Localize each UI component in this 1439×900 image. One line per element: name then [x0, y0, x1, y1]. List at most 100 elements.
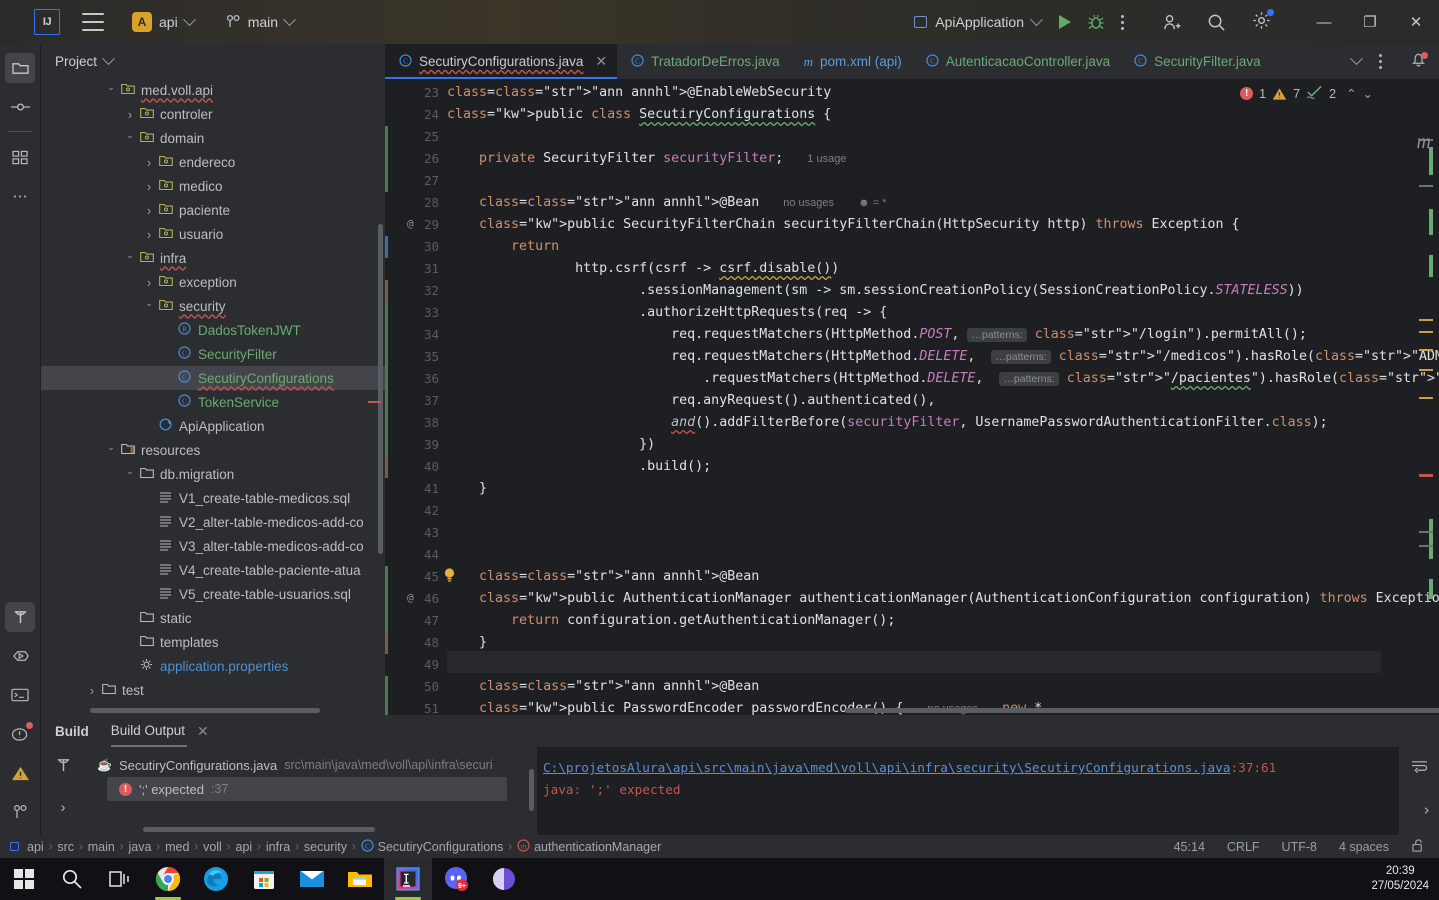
chevron-right-icon[interactable]	[142, 275, 156, 290]
tool-window-project[interactable]	[5, 53, 35, 83]
chevron-down-icon[interactable]	[1350, 52, 1363, 66]
chevron-down-icon[interactable]	[142, 301, 156, 312]
tree-item-static[interactable]: static	[41, 606, 385, 630]
chevron-right-icon[interactable]	[142, 179, 156, 194]
editor-tab-securityfilter-java[interactable]: C SecurityFilter.java	[1120, 44, 1271, 79]
intellij-button[interactable]	[384, 858, 432, 900]
warning-icon[interactable]	[5, 758, 35, 788]
tool-window-build[interactable]	[5, 602, 35, 632]
previous-problem-button[interactable]: ⌃	[1346, 86, 1356, 101]
error-stripe[interactable]	[1387, 79, 1439, 715]
run-configuration-selector[interactable]: ApiApplication	[906, 11, 1049, 33]
breadcrumb-item-infra[interactable]: infra	[266, 840, 290, 854]
close-button[interactable]: ✕	[1393, 0, 1439, 44]
chevron-right-icon[interactable]	[142, 227, 156, 242]
tree-item-resources[interactable]: resources	[41, 438, 385, 462]
breadcrumb-item-security[interactable]: security	[304, 840, 347, 854]
more-tool-windows-icon[interactable]: ⋯	[5, 181, 35, 211]
branch-selector[interactable]: main	[220, 11, 300, 33]
tree-item-apiapplication[interactable]: ApiApplication	[41, 414, 385, 438]
intellij-logo-icon[interactable]: IJ	[34, 9, 60, 35]
notifications-bell-icon[interactable]	[1410, 50, 1428, 73]
tree-item-endereco[interactable]: endereco	[41, 150, 385, 174]
breadcrumb-item-med[interactable]: med	[165, 840, 189, 854]
tree-item-infra[interactable]: infra	[41, 246, 385, 270]
editor-tab-secutiryconfigurations-java[interactable]: C SecutiryConfigurations.java ✕	[385, 44, 618, 79]
chevron-right-icon[interactable]	[85, 683, 99, 698]
start-button[interactable]	[0, 858, 48, 900]
tool-window-git[interactable]	[5, 797, 35, 827]
vcs-change-marker[interactable]	[385, 456, 388, 478]
editor-gutter[interactable]: 23 24 25 26 27 28 29 @30 31 32 33 34 35 36 37 38 39 40 41 4…	[385, 79, 455, 715]
tree-item-controler[interactable]: controler	[41, 102, 385, 126]
kebab-icon[interactable]	[1379, 54, 1382, 69]
close-tab-icon[interactable]: ✕	[595, 53, 607, 70]
store-button[interactable]	[240, 858, 288, 900]
discord-button[interactable]: 9+	[432, 858, 480, 900]
breadcrumb-item-java[interactable]: java	[128, 840, 151, 854]
tree-item-dadostokenjwt[interactable]: R DadosTokenJWT	[41, 318, 385, 342]
project-tree-scrollbar[interactable]	[378, 224, 383, 554]
build-tree-scrollbar[interactable]	[529, 769, 534, 811]
breadcrumb[interactable]: api › src › main › java › med › voll › api › infra › sec…	[0, 838, 661, 855]
edge-button[interactable]	[192, 858, 240, 900]
chevron-down-icon[interactable]	[123, 469, 137, 480]
more-actions-icon[interactable]	[1121, 14, 1124, 30]
tree-item-application-properties[interactable]: application.properties	[41, 654, 385, 678]
app-button[interactable]	[480, 858, 528, 900]
project-tree[interactable]: med.voll.api controler domain endereco medic…	[41, 78, 385, 702]
vcs-change-marker[interactable]	[385, 632, 388, 654]
vcs-change-marker[interactable]	[385, 126, 388, 192]
tree-item-v5-create-table-usuarios-sql[interactable]: V5_create-table-usuarios.sql	[41, 582, 385, 606]
build-output-path-link[interactable]: C:\projetosAlura\api\src\main\java\med\v…	[543, 760, 1230, 775]
inspection-widget[interactable]: ! 1 7 2 ⌃ ⌄	[1240, 85, 1373, 102]
tree-item-exception[interactable]: exception	[41, 270, 385, 294]
line-separator[interactable]: CRLF	[1227, 840, 1260, 854]
editor-tab-pom-xml-api-[interactable]: m pom.xml (api)	[790, 44, 912, 79]
gutter-annotation-icon[interactable]: @	[407, 591, 414, 604]
tree-item-v3-alter-table-medicos-add-co[interactable]: V3_alter-table-medicos-add-co	[41, 534, 385, 558]
tool-window-problems[interactable]	[5, 719, 35, 749]
code-content[interactable]: class=class="str">"ann annhl">@EnableWeb…	[447, 79, 1439, 715]
main-menu-icon[interactable]	[82, 13, 104, 31]
explorer-button[interactable]	[336, 858, 384, 900]
gutter-annotation-icon[interactable]: @	[407, 217, 414, 230]
tree-item-tokenservice[interactable]: C TokenService	[41, 390, 385, 414]
hammer-icon[interactable]	[55, 757, 72, 777]
vcs-change-marker[interactable]	[385, 566, 388, 632]
project-tree-hscrollbar[interactable]	[90, 708, 320, 713]
settings-gear-icon[interactable]	[1252, 9, 1274, 33]
chevron-right-icon[interactable]	[142, 203, 156, 218]
tree-item-db-migration[interactable]: db.migration	[41, 462, 385, 486]
breadcrumb-item-main[interactable]: main	[88, 840, 115, 854]
tool-window-structure[interactable]	[5, 142, 35, 172]
chevron-down-icon[interactable]	[104, 85, 118, 96]
tree-item-secutiryconfigurations[interactable]: C SecutiryConfigurations	[41, 366, 385, 390]
search-button[interactable]	[48, 858, 96, 900]
build-tree-error-row[interactable]: ! ';' expected :37	[107, 777, 507, 801]
tree-item-test[interactable]: test	[41, 678, 385, 702]
breadcrumb-item-src[interactable]: src	[57, 840, 74, 854]
build-tree-hscrollbar[interactable]	[143, 827, 375, 832]
project-selector[interactable]: A api	[126, 9, 200, 35]
build-tree[interactable]: ☕ SecutiryConfigurations.java src\main\j…	[85, 747, 537, 835]
caret-position[interactable]: 45:14	[1174, 840, 1205, 854]
tree-item-templates[interactable]: templates	[41, 630, 385, 654]
tool-window-commit[interactable]	[5, 92, 35, 122]
close-icon[interactable]: ✕	[197, 715, 209, 747]
scroll-end-icon[interactable]: ›	[1422, 799, 1431, 821]
tool-window-terminal[interactable]	[5, 680, 35, 710]
tree-item-medico[interactable]: medico	[41, 174, 385, 198]
project-pane-header[interactable]: Project	[41, 44, 385, 78]
task-view-button[interactable]	[96, 858, 144, 900]
vcs-change-marker[interactable]	[385, 302, 388, 456]
tab-build-output[interactable]: Build Output ✕	[110, 715, 209, 747]
expand-arrow-icon[interactable]: ›	[61, 799, 66, 816]
maximize-button[interactable]: ❐	[1347, 0, 1393, 44]
vcs-change-marker[interactable]	[385, 236, 388, 258]
vcs-change-marker[interactable]	[385, 280, 388, 302]
tree-item-v2-alter-table-medicos-add-co[interactable]: V2_alter-table-medicos-add-co	[41, 510, 385, 534]
breadcrumb-item-secutiryconfigurations[interactable]: C SecutiryConfigurations	[361, 838, 503, 855]
breadcrumb-item-api[interactable]: api	[10, 840, 44, 854]
chevron-right-icon[interactable]	[142, 155, 156, 170]
